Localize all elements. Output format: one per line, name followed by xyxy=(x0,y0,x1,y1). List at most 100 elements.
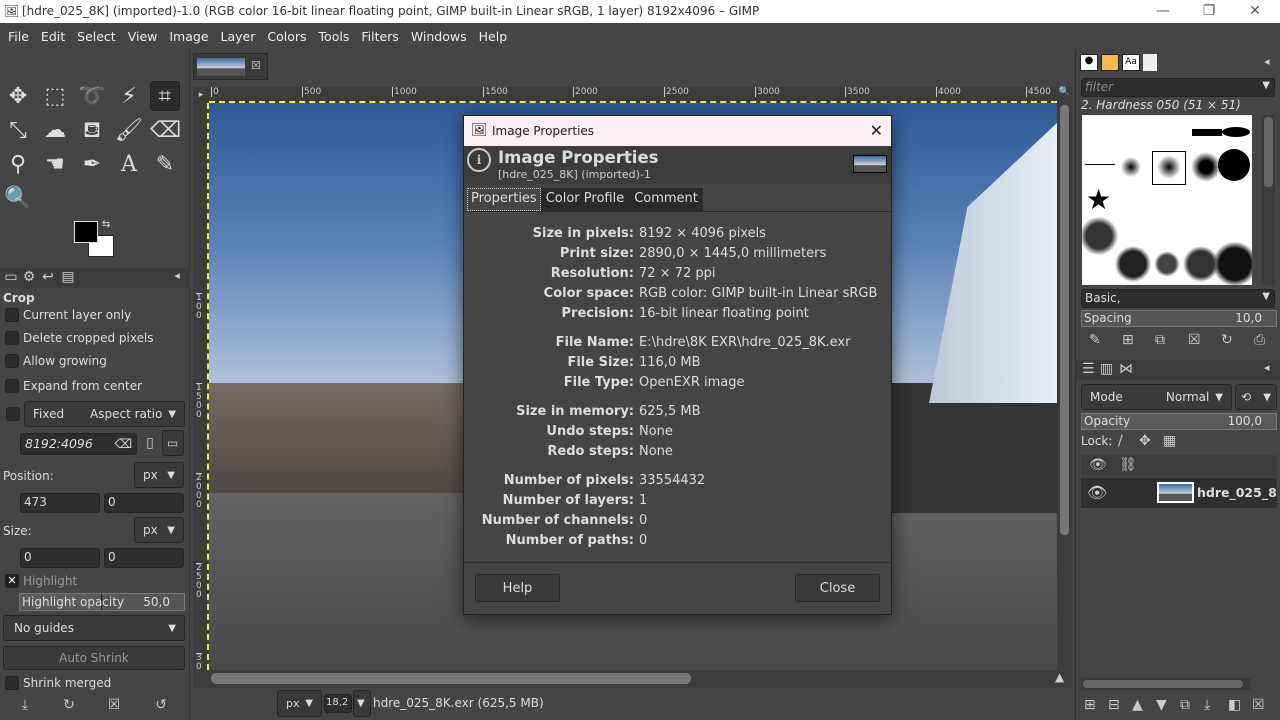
quick-mask-toggle-icon[interactable]: ▸ xyxy=(193,87,209,103)
lock-pixels-icon[interactable]: ∕ xyxy=(1118,433,1123,449)
zoom-dropdown[interactable]: ▼ xyxy=(353,690,371,717)
brush-scrollbar[interactable] xyxy=(1262,115,1275,285)
highlight-checkbox[interactable]: ✕ xyxy=(5,574,19,588)
duplicate-layer-icon[interactable]: ⧉ xyxy=(1180,697,1190,713)
close-window-button[interactable]: ✕ xyxy=(1232,0,1278,23)
menu-tools[interactable]: Tools xyxy=(313,29,356,44)
opacity-slider[interactable]: Opacity 100,0 xyxy=(1081,413,1277,430)
layer-mode-dropdown[interactable]: Mode Normal ▼ xyxy=(1081,384,1232,410)
close-tab-icon[interactable]: ☒ xyxy=(251,59,261,72)
portrait-icon[interactable]: ▯ xyxy=(143,435,157,451)
size-w-input[interactable]: 0 xyxy=(20,548,100,568)
brushes-tab-icon[interactable]: ● xyxy=(1080,54,1098,71)
maximize-button[interactable]: ❐ xyxy=(1186,0,1232,23)
layers-scroll-thumb[interactable] xyxy=(1083,680,1243,688)
new-brush-icon[interactable]: ⊞ xyxy=(1122,332,1134,348)
images-tab-icon[interactable]: ▤ xyxy=(60,269,76,285)
size-h-input[interactable]: 0 xyxy=(104,548,184,568)
unit-dropdown[interactable]: px ▼ xyxy=(277,690,322,717)
configure-tab-icon[interactable]: ◂ xyxy=(1264,55,1270,68)
zoom-input[interactable]: 18,2 % xyxy=(324,694,352,713)
delete-preset-icon[interactable]: ☒ xyxy=(106,697,122,713)
crop-tool-icon[interactable]: ⌗ xyxy=(150,81,180,111)
tab-comment[interactable]: Comment xyxy=(629,188,703,211)
minimize-button[interactable]: — xyxy=(1140,0,1186,23)
layer-row[interactable]: 👁 hdre_025_8K xyxy=(1081,478,1277,508)
fixed-mode-dropdown[interactable]: Fixed Aspect ratio ▼ xyxy=(24,401,185,427)
document-history-tab-icon[interactable] xyxy=(1143,54,1157,71)
smudge-tool-icon[interactable]: ☚ xyxy=(40,150,70,180)
fonts-tab-icon[interactable]: Aa xyxy=(1122,54,1140,71)
warp-tool-icon[interactable]: ☁ xyxy=(40,116,70,146)
expand-center-checkbox[interactable] xyxy=(5,379,19,393)
new-layer-icon[interactable]: ⊞ xyxy=(1084,697,1096,713)
layers-scrollbar[interactable] xyxy=(1081,678,1251,690)
menu-image[interactable]: Image xyxy=(163,29,214,44)
duplicate-brush-icon[interactable]: ⧉ xyxy=(1155,332,1165,348)
position-x-input[interactable]: 473 xyxy=(20,493,100,513)
aspect-ratio-input[interactable]: 8192:4096 ⌫ xyxy=(20,433,137,455)
help-button[interactable]: Help xyxy=(475,574,560,602)
landscape-button[interactable]: ▭ xyxy=(162,430,184,456)
swap-colors-icon[interactable]: ⇆ xyxy=(102,219,110,230)
bucket-fill-tool-icon[interactable]: ⛾ xyxy=(77,116,107,146)
save-preset-icon[interactable]: ⤓ xyxy=(17,697,33,713)
close-button[interactable]: Close xyxy=(795,574,880,602)
menu-colors[interactable]: Colors xyxy=(261,29,312,44)
open-brush-as-image-icon[interactable]: ⎙ xyxy=(1254,332,1265,348)
tool-options-tab-icon[interactable]: ▭ xyxy=(3,269,19,285)
patterns-tab-icon[interactable] xyxy=(1101,54,1119,71)
transform-tool-icon[interactable]: ⤡ xyxy=(3,116,33,146)
rect-select-tool-icon[interactable]: ⬚ xyxy=(40,82,70,112)
brush-grid[interactable]: ★ xyxy=(1082,115,1252,285)
text-tool-icon[interactable]: A xyxy=(114,150,144,180)
navigate-icon[interactable]: ▲ xyxy=(1055,670,1064,684)
brush-hardness-050[interactable] xyxy=(1157,155,1181,179)
allow-growing-checkbox[interactable] xyxy=(5,354,19,368)
menu-file[interactable]: File xyxy=(2,29,35,44)
delete-brush-icon[interactable]: ☒ xyxy=(1188,332,1201,348)
lasso-tool-icon[interactable]: ➰ xyxy=(77,82,107,112)
foreground-color-swatch[interactable] xyxy=(74,221,98,243)
tab-color-profile[interactable]: Color Profile xyxy=(540,188,630,211)
tab-properties[interactable]: Properties xyxy=(467,188,541,211)
move-tool-icon[interactable]: ✥ xyxy=(3,82,33,112)
merge-layer-icon[interactable]: ⤓ xyxy=(1204,697,1210,713)
delete-layer-icon[interactable]: ☒ xyxy=(1252,697,1265,713)
visibility-eye-icon[interactable]: 👁 xyxy=(1087,483,1107,502)
spacing-slider[interactable]: Spacing 10,0 xyxy=(1081,310,1277,327)
menu-filters[interactable]: Filters xyxy=(355,29,404,44)
top-ruler[interactable]: 0 500 1000 1500 2000 2500 3000 3500 4000 4500 xyxy=(209,87,1057,103)
image-tab[interactable]: ☒ xyxy=(193,53,268,80)
highlight-opacity-slider[interactable]: Highlight opacity 50,0 xyxy=(19,593,185,611)
paths-tab-icon[interactable]: ⋈ xyxy=(1119,361,1133,377)
brush-scroll-thumb[interactable] xyxy=(1264,117,1273,187)
position-unit-dropdown[interactable]: px ▼ xyxy=(134,462,184,488)
configure-tab-icon[interactable]: ◂ xyxy=(170,269,184,282)
lower-layer-icon[interactable]: ▼ xyxy=(1156,697,1167,713)
device-status-tab-icon[interactable]: ⚙ xyxy=(21,269,37,285)
current-layer-only-checkbox[interactable] xyxy=(5,308,19,322)
color-picker-tool-icon[interactable]: ✎ xyxy=(150,150,180,180)
configure-tab-icon[interactable]: ◂ xyxy=(1264,361,1270,374)
edit-brush-icon[interactable]: ✎ xyxy=(1089,332,1101,348)
reset-icon[interactable]: ↺ xyxy=(153,697,169,713)
refresh-brushes-icon[interactable]: ↻ xyxy=(1221,332,1233,348)
zoom-fit-icon[interactable]: 🔍 xyxy=(1057,87,1072,103)
left-ruler[interactable]: 1 0 01 5 0 02 0 0 02 5 0 03 0 0 xyxy=(193,103,209,681)
new-layer-group-icon[interactable]: ⊟ xyxy=(1108,697,1120,713)
undo-history-tab-icon[interactable]: ↩ xyxy=(40,269,56,285)
delete-cropped-checkbox[interactable] xyxy=(5,331,19,345)
guides-dropdown[interactable]: No guides ▼ xyxy=(3,615,185,641)
zoom-tool-icon[interactable]: 🔍 xyxy=(3,184,33,214)
clone-tool-icon[interactable]: ⚲ xyxy=(3,150,33,180)
position-y-input[interactable]: 0 xyxy=(104,493,184,513)
fixed-checkbox[interactable] xyxy=(6,407,20,421)
paths-tool-icon[interactable]: ✒ xyxy=(77,150,107,180)
fuzzy-select-tool-icon[interactable]: ⚡ xyxy=(114,82,144,112)
brush-hardness-075[interactable] xyxy=(1191,152,1221,182)
menu-select[interactable]: Select xyxy=(71,29,122,44)
composite-mode-dropdown[interactable]: ⟲ ▼ xyxy=(1235,384,1277,410)
brush-hardness-025[interactable] xyxy=(1119,155,1143,179)
shrink-merged-checkbox[interactable] xyxy=(5,676,19,690)
